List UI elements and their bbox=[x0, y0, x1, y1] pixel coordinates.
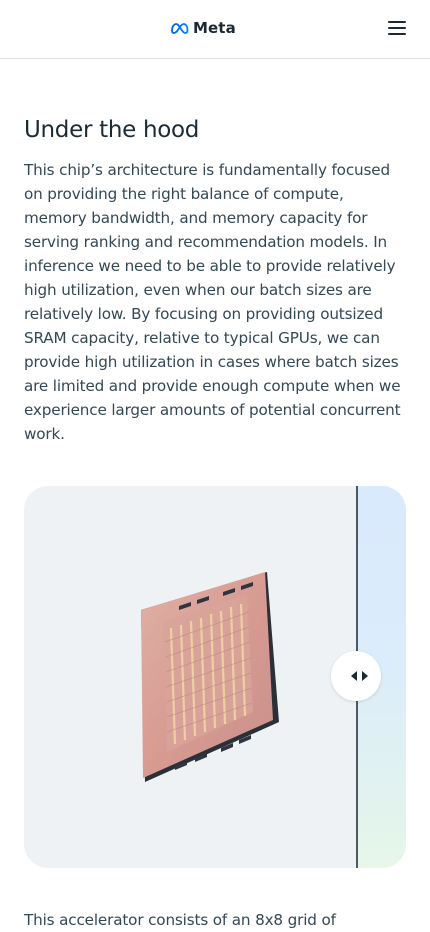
brand-name: Meta bbox=[193, 19, 236, 37]
hamburger-menu-icon[interactable] bbox=[384, 17, 410, 41]
menu-bar-middle bbox=[388, 27, 406, 29]
meta-logo[interactable]: Meta bbox=[170, 18, 236, 38]
comparison-slider-handle[interactable] bbox=[331, 651, 381, 701]
before-after-comparison[interactable] bbox=[24, 486, 406, 868]
site-header: Meta bbox=[0, 0, 430, 59]
chip-image bbox=[141, 572, 279, 782]
menu-bar-bottom bbox=[388, 33, 406, 35]
next-paragraph: This accelerator consists of an 8x8 grid… bbox=[24, 911, 336, 929]
left-right-arrows-icon bbox=[351, 671, 368, 681]
meta-infinity-icon bbox=[171, 22, 189, 34]
section-title: Under the hood bbox=[24, 117, 200, 143]
menu-bar-top bbox=[388, 21, 406, 23]
section-paragraph: This chip’s architecture is fundamentall… bbox=[24, 161, 401, 443]
